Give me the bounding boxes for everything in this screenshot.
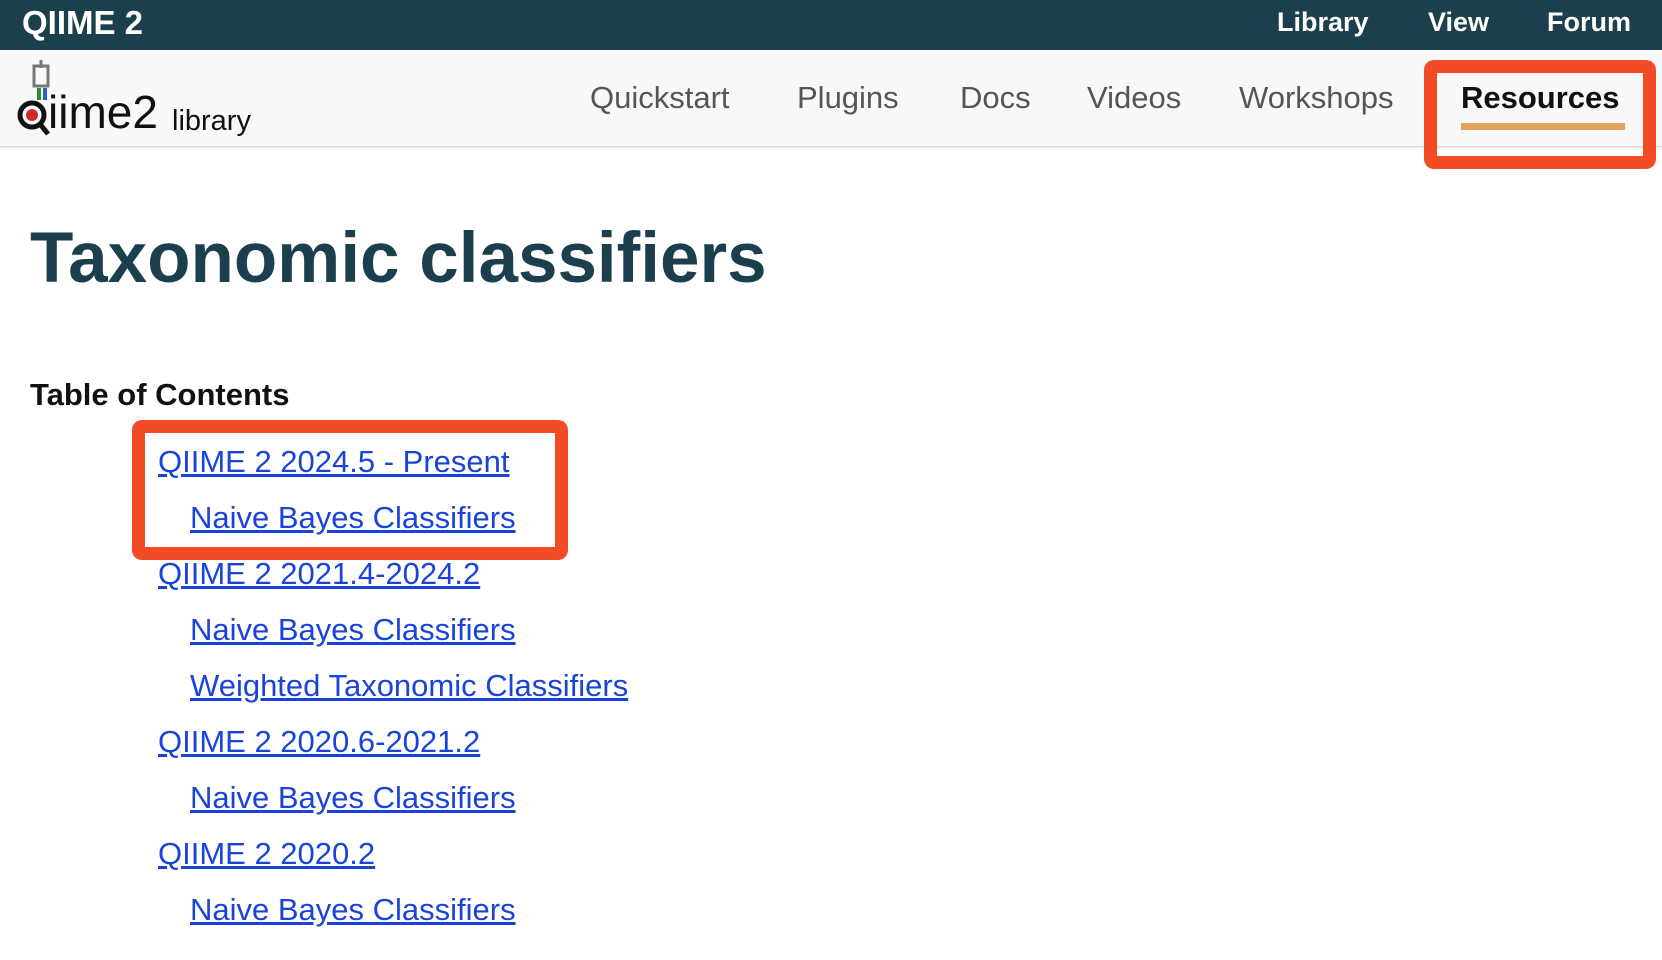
toc-link-weighted-taxonomic-2021-4[interactable]: Weighted Taxonomic Classifiers bbox=[190, 668, 628, 704]
brand-link[interactable]: QIIME 2 bbox=[22, 4, 143, 42]
toc-link-naive-bayes-2020-2[interactable]: Naive Bayes Classifiers bbox=[190, 892, 516, 928]
logo-text-sub: library bbox=[172, 105, 251, 137]
nav-docs[interactable]: Docs bbox=[960, 80, 1031, 116]
nav-quickstart[interactable]: Quickstart bbox=[590, 80, 730, 116]
toc-link-qiime2-2021-4-2024-2[interactable]: QIIME 2 2021.4-2024.2 bbox=[158, 556, 480, 592]
logo-mark-green bbox=[37, 88, 41, 100]
toc-link-naive-bayes-2024-5[interactable]: Naive Bayes Classifiers bbox=[190, 500, 516, 536]
logo-text-main: iime2 bbox=[48, 86, 158, 138]
nav-workshops[interactable]: Workshops bbox=[1239, 80, 1394, 116]
main-nav: iime2 library Quickstart Plugins Docs Vi… bbox=[0, 50, 1662, 147]
topnav-forum[interactable]: Forum bbox=[1547, 7, 1631, 38]
topnav-library[interactable]: Library bbox=[1277, 7, 1369, 38]
logo-mark-blue bbox=[43, 88, 47, 100]
logo-q-dot bbox=[26, 109, 38, 121]
top-bar: QIIME 2 Library View Forum bbox=[0, 0, 1662, 50]
logo-q-tail bbox=[38, 122, 50, 136]
logo-mark-box bbox=[32, 64, 50, 88]
toc-link-qiime2-2020-6-2021-2[interactable]: QIIME 2 2020.6-2021.2 bbox=[158, 724, 480, 760]
nav-videos[interactable]: Videos bbox=[1087, 80, 1181, 116]
page-title: Taxonomic classifiers bbox=[30, 219, 767, 298]
nav-plugins[interactable]: Plugins bbox=[797, 80, 899, 116]
toc-link-naive-bayes-2020-6[interactable]: Naive Bayes Classifiers bbox=[190, 780, 516, 816]
topnav-view[interactable]: View bbox=[1428, 7, 1489, 38]
toc-link-qiime2-2024-5-present[interactable]: QIIME 2 2024.5 - Present bbox=[158, 444, 510, 480]
toc-link-naive-bayes-2021-4[interactable]: Naive Bayes Classifiers bbox=[190, 612, 516, 648]
toc-link-qiime2-2020-2[interactable]: QIIME 2 2020.2 bbox=[158, 836, 375, 872]
active-tab-underline bbox=[1461, 123, 1625, 130]
qiime2-library-logo[interactable]: iime2 library bbox=[12, 60, 272, 140]
nav-resources[interactable]: Resources bbox=[1461, 80, 1620, 116]
toc-title: Table of Contents bbox=[30, 377, 290, 412]
toc-highlight-box bbox=[132, 420, 568, 560]
